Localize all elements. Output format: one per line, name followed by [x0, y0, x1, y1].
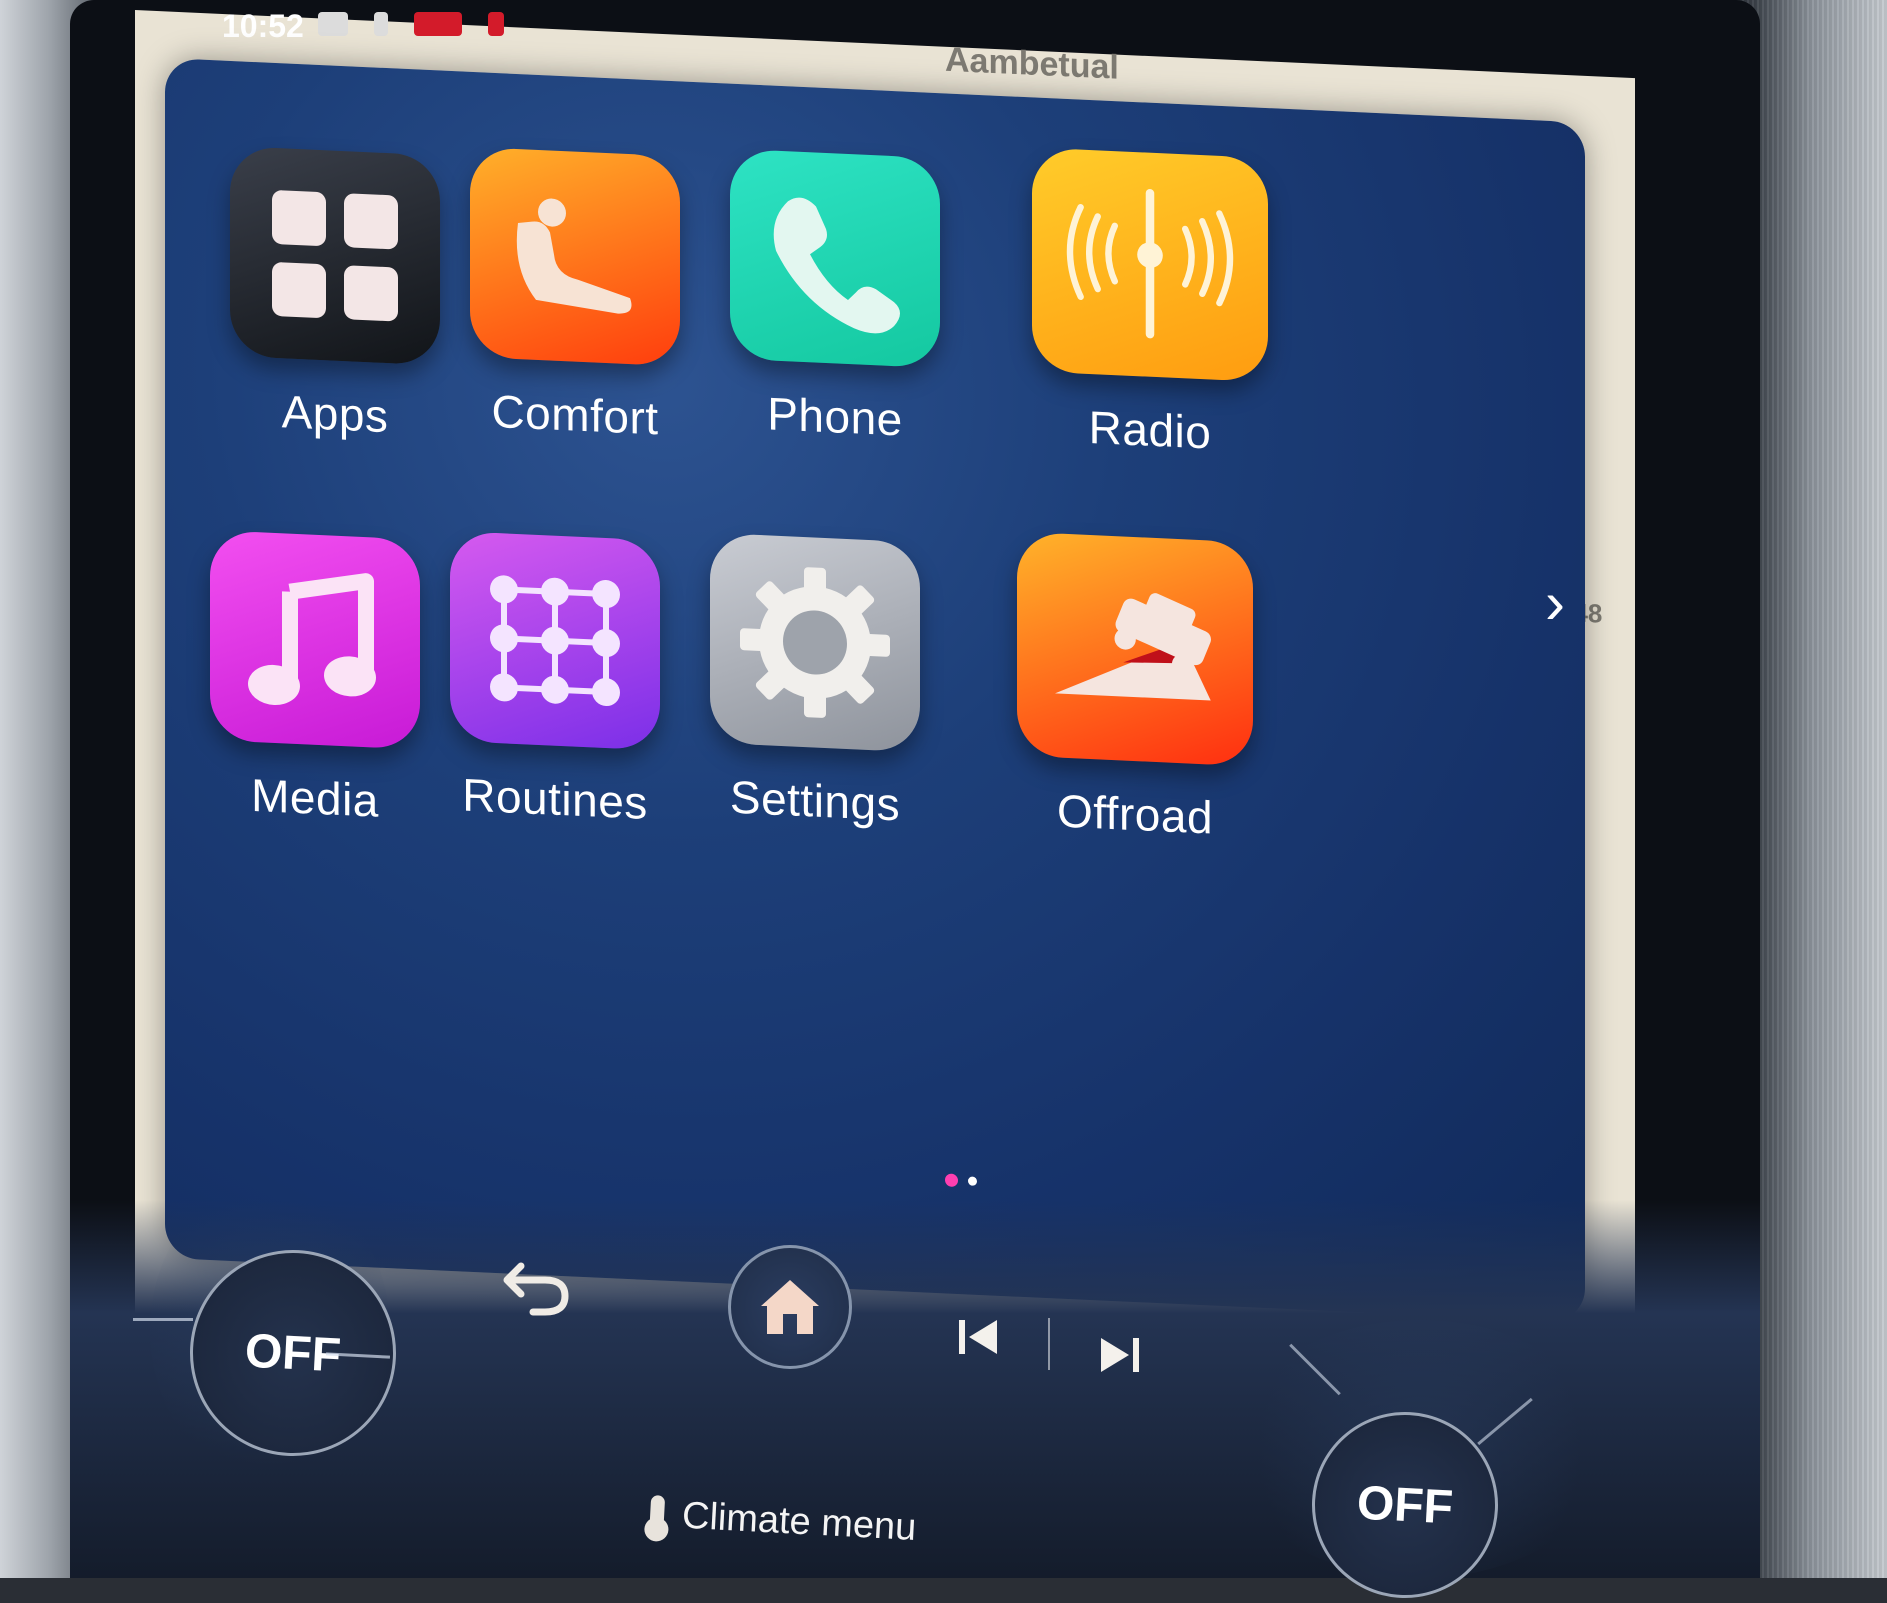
track-divider	[1048, 1318, 1050, 1370]
seat-icon	[470, 146, 680, 367]
status-time: 10:52	[222, 8, 304, 44]
app-label: Phone	[767, 387, 903, 446]
music-note-icon	[210, 530, 420, 750]
app-tile-radio[interactable]: Radio	[1015, 147, 1285, 463]
app-tile-phone[interactable]: Phone	[710, 148, 960, 449]
alert-red-icon	[414, 12, 462, 36]
charging-icon	[374, 12, 388, 36]
app-label: Media	[251, 768, 379, 827]
left-knob-tick	[133, 1318, 193, 1321]
page-indicator	[945, 1173, 977, 1188]
navigation-route-icon	[318, 12, 348, 36]
app-tile-offroad[interactable]: Offroad	[1000, 531, 1270, 847]
map-label: Aambetual	[945, 40, 1119, 87]
grid-icon	[230, 145, 440, 366]
page-dot-active[interactable]	[945, 1173, 958, 1188]
home-button[interactable]	[728, 1245, 852, 1369]
app-label: Settings	[729, 770, 901, 831]
app-label: Comfort	[491, 384, 659, 445]
app-tile-settings[interactable]: Settings	[690, 532, 940, 833]
previous-track-icon	[959, 1320, 997, 1354]
app-tile-apps[interactable]: Apps	[210, 145, 460, 446]
app-tile-comfort[interactable]: Comfort	[450, 146, 700, 447]
thermometer-icon	[649, 1494, 666, 1536]
phone-icon	[730, 148, 940, 369]
alert-red-small-icon	[488, 12, 504, 36]
app-tile-media[interactable]: Media	[190, 529, 440, 830]
offroad-vehicle-icon	[1017, 531, 1253, 767]
back-arrow-icon	[503, 1262, 569, 1316]
app-tile-routines[interactable]: Routines	[430, 530, 680, 831]
app-grid: Apps Comfort Phone Radio Media Routines Settin…	[165, 58, 1585, 1322]
app-label: Offroad	[1056, 784, 1214, 844]
next-track-icon	[1101, 1338, 1139, 1372]
app-label: Radio	[1088, 400, 1212, 459]
app-label: Apps	[281, 385, 389, 443]
status-icons	[318, 12, 504, 36]
page-dot[interactable]	[968, 1176, 977, 1186]
routine-grid-icon	[450, 530, 660, 751]
app-label: Routines	[462, 768, 648, 829]
right-off-label: OFF	[1355, 1476, 1455, 1534]
home-icon	[761, 1280, 819, 1334]
next-track-button[interactable]	[1090, 1320, 1150, 1390]
next-page-chevron-icon[interactable]: ›	[1545, 568, 1565, 637]
gear-icon	[710, 532, 920, 753]
back-button[interactable]	[498, 1248, 578, 1328]
antenna-icon	[1032, 147, 1268, 383]
previous-track-button[interactable]	[948, 1302, 1008, 1372]
app-launcher-panel: Apps Comfort Phone Radio Media Routines Settin…	[165, 58, 1585, 1323]
